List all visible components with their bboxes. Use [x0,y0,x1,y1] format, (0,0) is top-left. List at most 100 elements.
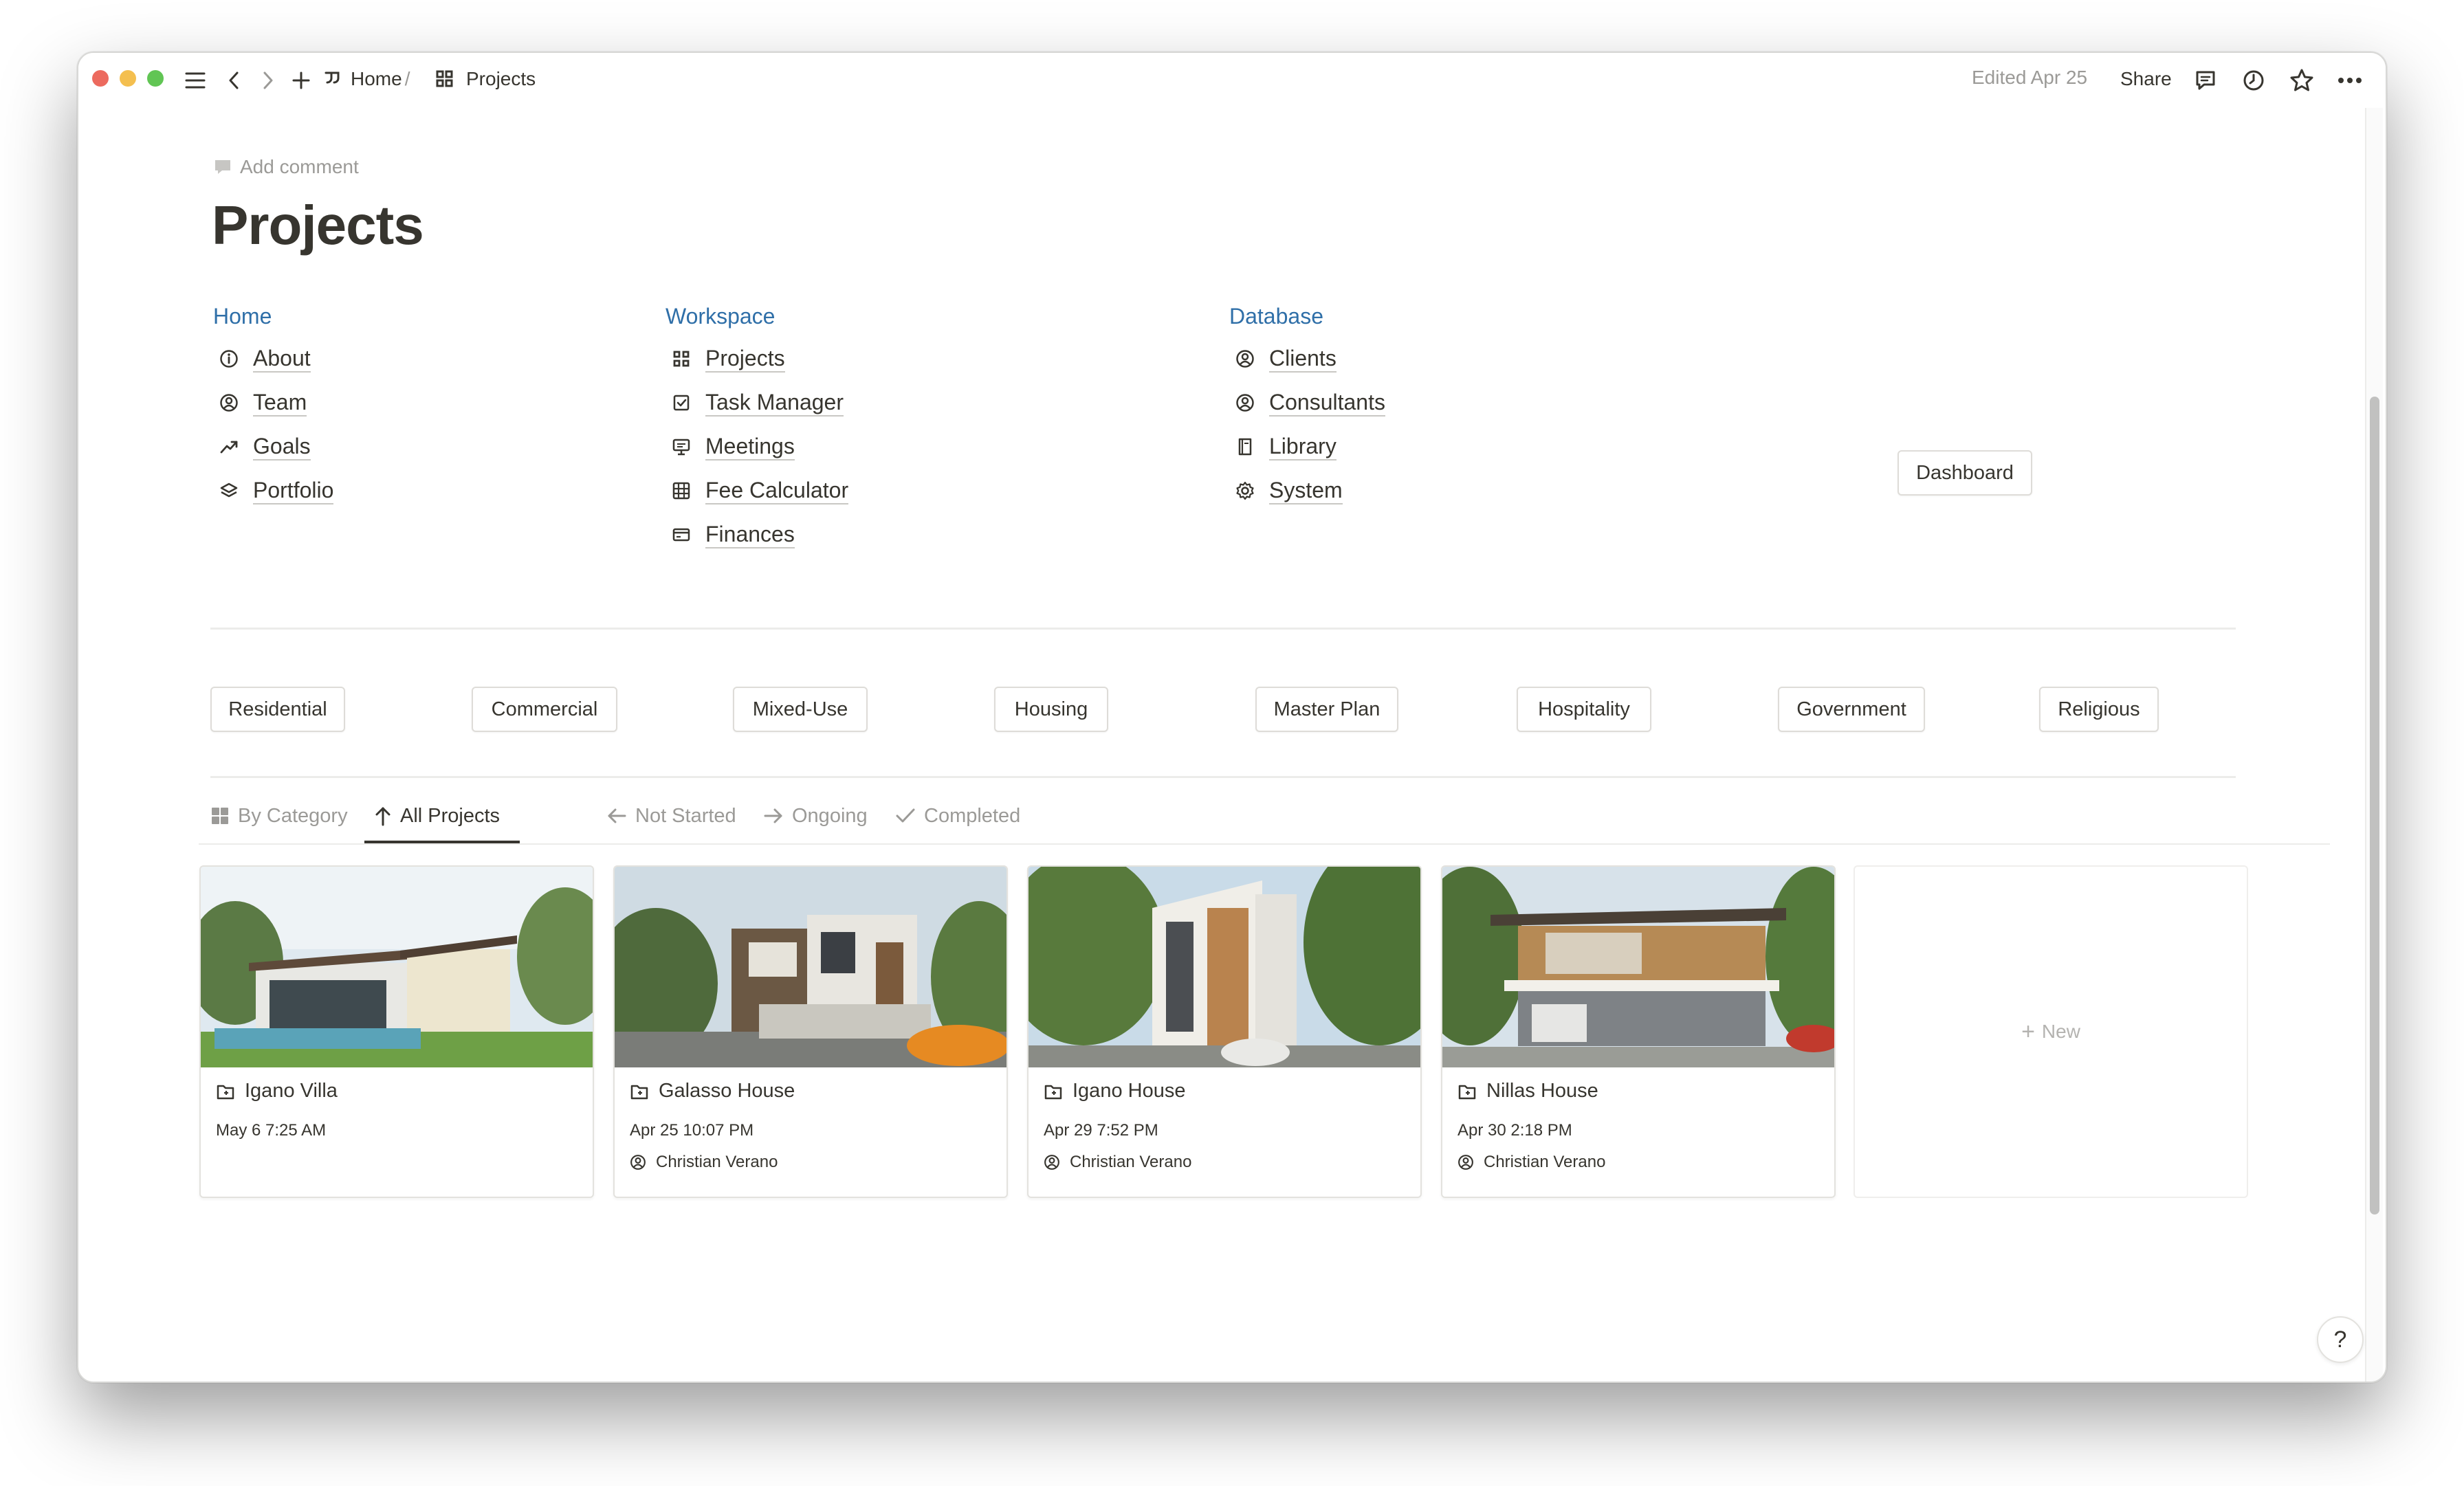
breadcrumb-projects[interactable]: Projects [436,65,536,93]
close-window-button[interactable] [92,70,109,87]
project-date: Apr 25 10:07 PM [630,1121,754,1140]
nav-item-system[interactable]: System [1233,477,1343,504]
project-owner-name: Christian Verano [656,1153,778,1171]
category-commercial-button[interactable]: Commercial [472,687,617,732]
share-button[interactable]: Share [2120,65,2172,93]
folder-icon [630,1085,648,1099]
more-options-icon[interactable] [2335,65,2365,96]
gear-icon [1233,479,1257,502]
project-owner-name: Christian Verano [1070,1153,1192,1171]
dashboard-button[interactable]: Dashboard [1898,450,2032,496]
tab-not-started[interactable]: Not Started [606,799,736,833]
nav-heading-workspace[interactable]: Workspace [666,304,775,329]
comment-icon [215,160,230,174]
nav-item-fee-calculator[interactable]: Fee Calculator [670,477,849,504]
category-government-button[interactable]: Government [1778,687,1925,732]
nav-item-consultants[interactable]: Consultants [1233,389,1385,417]
person-circle-icon [630,1155,646,1170]
nav-item-goals[interactable]: Goals [217,433,311,461]
project-date: May 6 7:25 AM [216,1121,327,1140]
project-title: Igano Villa [216,1080,338,1102]
new-project-card[interactable]: + New [1854,865,2248,1198]
project-cover-image [1028,867,1420,1067]
category-hospitality-button[interactable]: Hospitality [1517,687,1651,732]
category-residential-button[interactable]: Residential [210,687,345,732]
tabs-divider [199,843,2330,845]
category-master-plan-button[interactable]: Master Plan [1255,687,1398,732]
new-project-label: New [2041,1021,2080,1042]
project-owner: Christian Verano [1458,1153,1605,1172]
person-circle-icon [1233,391,1257,414]
page-title: Projects [212,195,424,256]
breadcrumb-home[interactable]: Home / [323,65,410,93]
person-circle-icon [1233,347,1257,370]
project-card-igano-house[interactable]: Igano House Apr 29 7:52 PM Christian Ver… [1027,865,1422,1198]
nav-item-label: Task Manager [705,389,844,417]
nav-item-library[interactable]: Library [1233,433,1336,461]
checkbox-icon [670,391,693,414]
tab-ongoing[interactable]: Ongoing [763,799,868,833]
sidebar-menu-icon[interactable] [182,67,209,94]
tab-by-category[interactable]: By Category [210,799,348,833]
nav-item-about[interactable]: About [217,345,311,373]
breadcrumb-projects-label: Projects [466,68,536,89]
person-circle-icon [217,391,241,414]
tab-label: By Category [238,804,348,827]
scrollbar-thumb[interactable] [2370,397,2379,1215]
add-comment-button[interactable]: Add comment [214,156,359,178]
layers-icon [217,479,241,502]
minimize-window-button[interactable] [120,70,136,87]
forward-arrow-icon[interactable] [254,67,282,94]
project-title: Galasso House [630,1080,795,1102]
add-page-icon[interactable] [287,67,315,94]
nav-item-label: System [1269,477,1343,504]
favorite-star-icon[interactable] [2287,65,2317,96]
home-page-icon [323,70,341,88]
nav-item-team[interactable]: Team [217,389,307,417]
project-title: Igano House [1044,1080,1185,1102]
nav-heading-home[interactable]: Home [213,304,272,329]
tab-all-projects[interactable]: All Projects [374,799,500,833]
nav-item-label: About [253,345,311,373]
project-card-igano-villa[interactable]: Igano Villa May 6 7:25 AM [199,865,594,1198]
history-clock-icon[interactable] [2238,65,2269,96]
project-card-nillas-house[interactable]: Nillas House Apr 30 2:18 PM Christian Ve… [1441,865,1836,1198]
tab-label: All Projects [400,804,500,827]
grid-icon [436,70,454,88]
presentation-icon [670,435,693,458]
category-mixed-use-button[interactable]: Mixed-Use [733,687,868,732]
tab-label: Ongoing [792,804,868,827]
nav-item-clients[interactable]: Clients [1233,345,1336,373]
breadcrumb-separator: / [404,68,410,89]
nav-item-projects[interactable]: Projects [670,345,785,373]
card-icon [670,523,693,546]
category-housing-button[interactable]: Housing [994,687,1108,732]
tab-completed[interactable]: Completed [895,799,1020,833]
arrow-up-icon [375,807,390,826]
back-arrow-icon[interactable] [220,67,248,94]
edited-timestamp: Edited Apr 25 [1972,67,2088,88]
arrow-left-icon [608,808,626,823]
grid-icon [212,808,228,824]
add-comment-label: Add comment [240,156,359,177]
grid-icon [670,347,693,370]
maximize-window-button[interactable] [147,70,164,87]
project-card-galasso-house[interactable]: Galasso House Apr 25 10:07 PM Christian … [613,865,1008,1198]
comments-icon[interactable] [2190,65,2221,96]
trend-up-icon [217,435,241,458]
nav-item-portfolio[interactable]: Portfolio [217,477,334,504]
person-circle-icon [1044,1155,1059,1170]
help-button[interactable]: ? [2317,1316,2364,1363]
nav-item-finances[interactable]: Finances [670,521,795,548]
nav-item-label: Portfolio [253,477,334,504]
nav-item-meetings[interactable]: Meetings [670,433,795,461]
app-window: Home / Projects Edited Apr 25 Share Add … [77,52,2387,1383]
nav-heading-database[interactable]: Database [1229,304,1323,329]
category-religious-button[interactable]: Religious [2039,687,2159,732]
project-title: Nillas House [1458,1080,1598,1102]
nav-item-label: Finances [705,521,795,548]
nav-item-task-manager[interactable]: Task Manager [670,389,844,417]
tab-label: Completed [924,804,1021,827]
project-owner: Christian Verano [630,1153,778,1172]
calculator-icon [670,479,693,502]
